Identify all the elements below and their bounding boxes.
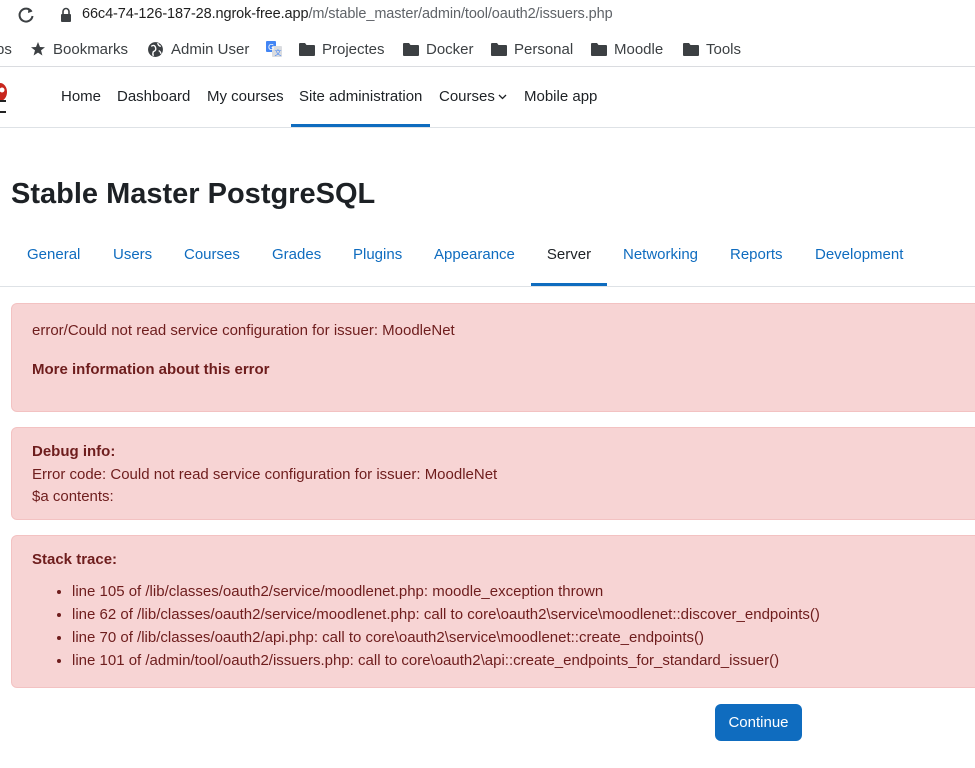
admin-tabs: General Users Courses Grades Plugins App… [0, 232, 975, 287]
bookmark-label: Projectes [322, 40, 385, 58]
svg-text:G: G [268, 43, 274, 52]
bookmark-label: Personal [514, 40, 574, 58]
nav-courses-dropdown[interactable]: Courses [439, 67, 507, 127]
stack-trace-list: line 105 of /lib/classes/oauth2/service/… [32, 580, 820, 672]
bookmark-label: Bookmarks [53, 40, 129, 58]
error-alert: error/Could not read service configurati… [11, 303, 975, 412]
nav-label: Site administration [299, 88, 423, 105]
stack-trace-line: line 62 of /lib/classes/oauth2/service/m… [72, 603, 820, 626]
url-path: /m/stable_master/admin/tool/oauth2/issue… [308, 6, 613, 22]
debug-info-alert: Debug info: Error code: Could not read s… [11, 427, 975, 520]
nav-site-administration[interactable]: Site administration [291, 67, 431, 127]
error-message: error/Could not read service configurati… [32, 322, 455, 339]
star-icon [31, 42, 45, 56]
page-title: Stable Master PostgreSQL [11, 178, 376, 210]
bookmark-folder-personal[interactable]: Personal [491, 39, 573, 59]
bookmark-label: ps [0, 40, 12, 58]
tab-plugins[interactable]: Plugins [353, 232, 402, 283]
nav-home[interactable]: Home [61, 67, 101, 127]
continue-button[interactable]: Continue [715, 704, 802, 741]
site-navbar: Home Dashboard My courses Site administr… [0, 67, 975, 128]
folder-icon [591, 43, 607, 56]
bookmark-admin-user[interactable]: Admin User [147, 39, 249, 59]
bookmark-label: Admin User [171, 40, 250, 58]
nav-my-courses[interactable]: My courses [207, 67, 284, 127]
bookmark-label: Tools [706, 40, 742, 58]
nav-label: Courses [439, 88, 495, 105]
tab-courses[interactable]: Courses [184, 232, 240, 283]
bookmark-folder-projectes[interactable]: Projectes [299, 39, 385, 59]
folder-icon [491, 43, 507, 56]
debug-contents: $a contents: [32, 488, 114, 505]
lock-icon[interactable] [60, 7, 72, 23]
bookmark-folder-tools[interactable]: Tools [683, 39, 741, 59]
bookmark-apps[interactable]: ps [0, 39, 12, 59]
debug-heading: Debug info: [32, 443, 116, 460]
browser-address-bar: 66c4-74-126-187-28.ngrok-free.app/m/stab… [0, 0, 975, 31]
url-field[interactable]: 66c4-74-126-187-28.ngrok-free.app/m/stab… [82, 6, 613, 22]
debug-error-code: Error code: Could not read service confi… [32, 466, 498, 483]
tab-networking[interactable]: Networking [623, 232, 698, 283]
reload-icon[interactable] [16, 5, 36, 25]
site-logo[interactable] [0, 75, 10, 115]
more-info-link[interactable]: More information about this error [32, 361, 270, 378]
translate-icon: G文 [266, 41, 282, 57]
stack-trace-line: line 105 of /lib/classes/oauth2/service/… [72, 580, 820, 603]
bookmark-folder-docker[interactable]: Docker [403, 39, 474, 59]
folder-icon [299, 43, 315, 56]
tab-appearance[interactable]: Appearance [434, 232, 515, 283]
chevron-down-icon [498, 94, 507, 100]
bookmark-translate[interactable]: G文 [265, 39, 290, 59]
stack-trace-line: line 70 of /lib/classes/oauth2/api.php: … [72, 626, 820, 649]
globe-icon [148, 41, 163, 57]
bookmark-bookmarks[interactable]: Bookmarks [30, 39, 128, 59]
svg-text:文: 文 [275, 48, 282, 57]
tab-reports[interactable]: Reports [730, 232, 783, 283]
nav-mobile-app[interactable]: Mobile app [524, 67, 597, 127]
bookmark-folder-moodle[interactable]: Moodle [591, 39, 663, 59]
tab-grades[interactable]: Grades [272, 232, 321, 283]
stack-trace-line: line 101 of /admin/tool/oauth2/issuers.p… [72, 649, 820, 672]
stack-heading: Stack trace: [32, 551, 118, 568]
bookmarks-bar: ps Bookmarks Admin User G文 Projectes Doc… [0, 31, 975, 67]
tab-server[interactable]: Server [531, 232, 607, 286]
url-host: 66c4-74-126-187-28.ngrok-free.app [82, 6, 309, 22]
bookmark-label: Docker [426, 40, 474, 58]
nav-dashboard[interactable]: Dashboard [117, 67, 190, 127]
folder-icon [403, 43, 419, 56]
bookmark-label: Moodle [614, 40, 664, 58]
stack-trace-alert: Stack trace: line 105 of /lib/classes/oa… [11, 535, 975, 688]
folder-icon [683, 43, 699, 56]
tab-general[interactable]: General [27, 232, 80, 283]
tab-users[interactable]: Users [113, 232, 152, 283]
tab-development[interactable]: Development [815, 232, 903, 283]
